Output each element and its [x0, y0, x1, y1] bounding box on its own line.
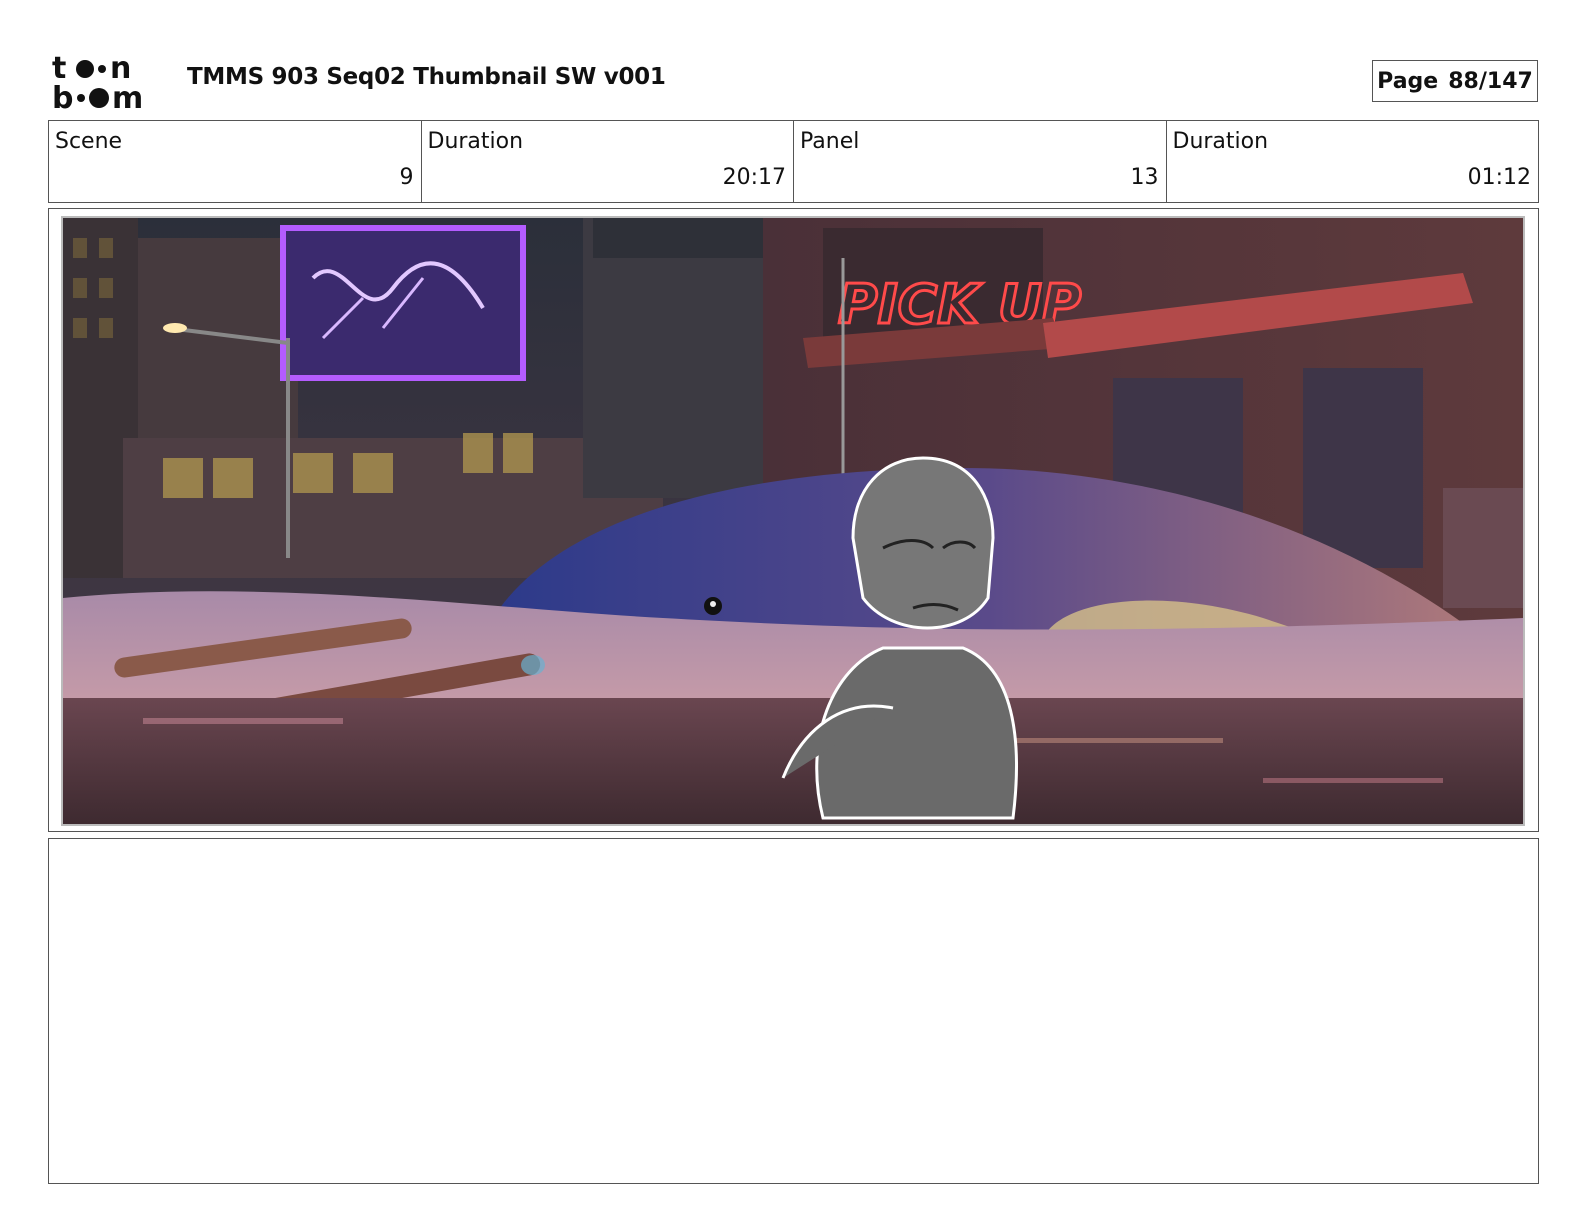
panel-info-row: Scene 9 Duration 20:17 Panel 13 Duration…	[48, 120, 1539, 203]
scene-duration-label: Duration	[427, 129, 524, 154]
panel-notes-area	[48, 838, 1539, 1184]
page-indicator: Page 88/147	[1372, 60, 1538, 102]
page-label: Page	[1377, 68, 1439, 94]
scene-duration-value: 20:17	[722, 165, 786, 190]
document-title: TMMS 903 Seq02 Thumbnail SW v001	[187, 64, 666, 90]
toon-boom-logo: t n b m	[52, 50, 164, 116]
panel-duration-label: Duration	[1172, 129, 1269, 154]
panel-duration-value: 01:12	[1467, 165, 1531, 190]
storyboard-panel-image: PICK UP	[61, 216, 1525, 826]
panel-label: Panel	[800, 129, 860, 154]
svg-text:m: m	[112, 81, 143, 112]
svg-text:b: b	[52, 81, 73, 112]
scene-cell: Scene 9	[49, 121, 422, 202]
panel-cell: Panel 13	[794, 121, 1167, 202]
panel-value: 13	[1130, 165, 1159, 190]
panel-duration-cell: Duration 01:12	[1167, 121, 1539, 202]
scene-label: Scene	[55, 129, 123, 154]
scene-duration-cell: Duration 20:17	[422, 121, 794, 202]
scene-value: 9	[399, 165, 414, 190]
panel-illustration: PICK UP	[63, 218, 1523, 824]
page-number: 88/147	[1448, 68, 1533, 94]
